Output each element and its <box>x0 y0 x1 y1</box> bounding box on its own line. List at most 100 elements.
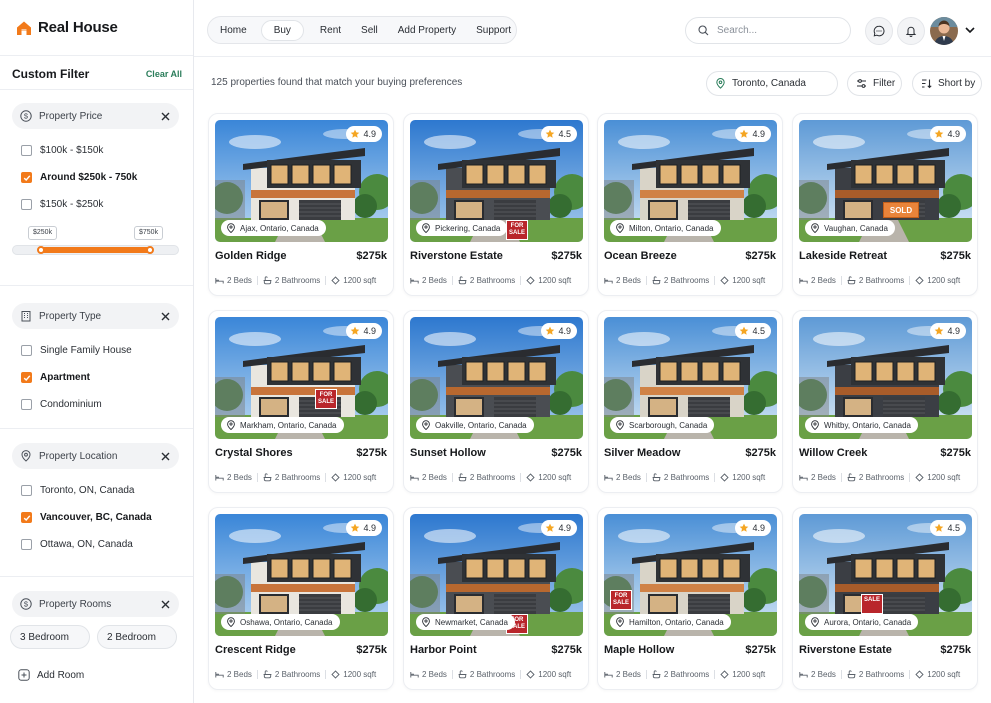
filter-option[interactable]: Condominium <box>0 391 193 418</box>
property-photo[interactable]: 4.9 Oakville, Ontario, Canada <box>410 317 583 439</box>
area-text: 1200 sqft <box>732 670 766 679</box>
property-card[interactable]: 4.9 Ajax, Ontario, Canada Golden Ridge $275… <box>208 113 394 296</box>
property-photo[interactable]: 4.9 FOR SALE Markham, Ontario, Canada <box>215 317 388 439</box>
property-photo[interactable]: 4.5 FOR SALE Pickering, Canada <box>410 120 583 242</box>
rating-value: 4.9 <box>752 523 765 533</box>
property-card[interactable]: 4.5 SALE Aurora, Ontario, Canada Riverstone… <box>792 507 978 690</box>
property-photo[interactable]: 4.9 Milton, Ontario, Canada <box>604 120 777 242</box>
checkbox-checked[interactable] <box>21 172 32 183</box>
search-input[interactable] <box>717 25 837 36</box>
property-card[interactable]: 4.9 SOLD Vaughan, Canada Lakeside Retreat $2… <box>792 113 978 296</box>
close-icon[interactable] <box>159 450 171 462</box>
price-filter-section: $ Property Price $100k - $150k Around $25… <box>0 90 193 286</box>
filter-button[interactable]: Filter <box>847 71 902 96</box>
property-title[interactable]: Maple Hollow <box>604 644 674 656</box>
location-filter-chip[interactable]: Property Location <box>12 443 179 469</box>
nav-item-sell[interactable]: Sell <box>361 25 378 36</box>
nav-item-home[interactable]: Home <box>220 25 247 36</box>
property-photo[interactable]: 4.9 Ajax, Ontario, Canada <box>215 120 388 242</box>
property-photo[interactable]: 4.9 Whitby, Ontario, Canada <box>799 317 972 439</box>
filter-option-label: $100k - $150k <box>40 145 104 156</box>
property-title[interactable]: Lakeside Retreat <box>799 250 887 262</box>
baths-text: 2 Bathrooms <box>274 276 321 285</box>
property-card[interactable]: 4.5 Scarborough, Canada Silver Meadow $275k… <box>597 310 783 493</box>
property-title[interactable]: Golden Ridge <box>215 250 287 262</box>
range-thumb-min[interactable] <box>36 246 45 254</box>
close-icon[interactable] <box>159 310 171 322</box>
checkbox[interactable] <box>21 199 32 210</box>
sort-button[interactable]: Short by <box>912 71 982 96</box>
property-title[interactable]: Riverstone Estate <box>410 250 503 262</box>
location-pin-icon <box>811 617 819 627</box>
divider <box>325 473 327 482</box>
range-thumb-max[interactable] <box>145 246 154 254</box>
messages-button[interactable] <box>865 17 893 45</box>
nav-item-support[interactable]: Support <box>476 25 511 36</box>
property-card[interactable]: 4.9 Milton, Ontario, Canada Ocean Breeze $2… <box>597 113 783 296</box>
checkbox-checked[interactable] <box>21 372 32 383</box>
brand[interactable]: Real House <box>0 0 193 56</box>
beds-text: 2 Beds <box>227 473 252 482</box>
property-title[interactable]: Crystal Shores <box>215 447 293 459</box>
nav-item-add-property[interactable]: Add Property <box>398 25 456 36</box>
location-pin-icon <box>227 617 235 627</box>
property-photo[interactable]: 4.5 SALE Aurora, Ontario, Canada <box>799 514 972 636</box>
checkbox[interactable] <box>21 539 32 550</box>
price-range-slider[interactable]: $250k $750k <box>12 226 179 266</box>
property-title[interactable]: Ocean Breeze <box>604 250 677 262</box>
property-photo[interactable]: 4.5 Scarborough, Canada <box>604 317 777 439</box>
filter-option[interactable]: Apartment <box>0 364 193 391</box>
main-nav: Home Buy Rent Sell Add Property Support <box>207 16 517 44</box>
nav-item-rent[interactable]: Rent <box>320 25 341 36</box>
property-photo[interactable]: 4.9 FOR SALE Newmarket, Canada <box>410 514 583 636</box>
close-icon[interactable] <box>159 110 171 122</box>
chevron-down-icon[interactable] <box>964 24 976 36</box>
checkbox[interactable] <box>21 485 32 496</box>
property-card[interactable]: 4.9 FOR SALE Hamilton, Ontario, Canada Maple… <box>597 507 783 690</box>
type-filter-chip[interactable]: Property Type <box>12 303 179 329</box>
property-card[interactable]: 4.9 Oshawa, Ontario, Canada Crescent Ridge… <box>208 507 394 690</box>
property-card[interactable]: 4.9 Whitby, Ontario, Canada Willow Creek $2… <box>792 310 978 493</box>
property-card[interactable]: 4.5 FOR SALE Pickering, Canada Riverstone Es… <box>403 113 589 296</box>
property-photo[interactable]: 4.9 FOR SALE Hamilton, Ontario, Canada <box>604 514 777 636</box>
property-card[interactable]: 4.9 FOR SALE Markham, Ontario, Canada Crysta… <box>208 310 394 493</box>
property-title[interactable]: Sunset Hollow <box>410 447 486 459</box>
clear-all-button[interactable]: Clear All <box>146 69 182 79</box>
baths-text: 2 Bathrooms <box>274 473 321 482</box>
property-title[interactable]: Willow Creek <box>799 447 867 459</box>
checkbox[interactable] <box>21 399 32 410</box>
property-card[interactable]: 4.9 Oakville, Ontario, Canada Sunset Hollo… <box>403 310 589 493</box>
location-selector[interactable]: Toronto, Canada <box>706 71 838 96</box>
property-card[interactable]: 4.9 FOR SALE Newmarket, Canada Harbor Point $… <box>403 507 589 690</box>
notifications-button[interactable] <box>897 17 925 45</box>
price-filter-chip[interactable]: $ Property Price <box>12 103 179 129</box>
filter-option[interactable]: Ottawa, ON, Canada <box>0 531 193 558</box>
type-filter-label: Property Type <box>39 310 102 322</box>
property-title[interactable]: Riverstone Estate <box>799 644 892 656</box>
checkbox-checked[interactable] <box>21 512 32 523</box>
avatar[interactable] <box>930 17 958 45</box>
search-box[interactable] <box>685 17 851 44</box>
property-photo[interactable]: 4.9 Oshawa, Ontario, Canada <box>215 514 388 636</box>
close-icon[interactable] <box>159 598 171 610</box>
filter-option[interactable]: Single Family House <box>0 337 193 364</box>
filter-option[interactable]: $150k - $250k <box>0 191 193 218</box>
room-option[interactable]: 2 Bedroom <box>97 625 177 649</box>
add-room-label: Add Room <box>37 669 85 681</box>
divider <box>645 473 647 482</box>
property-title[interactable]: Harbor Point <box>410 644 477 656</box>
filter-option[interactable]: $100k - $150k <box>0 137 193 164</box>
filter-option[interactable]: Toronto, ON, Canada <box>0 477 193 504</box>
filter-option[interactable]: Around $250k - 750k <box>0 164 193 191</box>
room-option[interactable]: 3 Bedroom <box>10 625 90 649</box>
rooms-filter-chip[interactable]: $ Property Rooms <box>12 591 179 617</box>
filter-option[interactable]: Vancouver, BC, Canada <box>0 504 193 531</box>
nav-item-buy[interactable]: Buy <box>260 19 304 41</box>
checkbox[interactable] <box>21 345 32 356</box>
filter-option-label: $150k - $250k <box>40 199 104 210</box>
add-room-button[interactable]: Add Room <box>0 665 193 685</box>
property-title[interactable]: Crescent Ridge <box>215 644 296 656</box>
property-title[interactable]: Silver Meadow <box>604 447 680 459</box>
property-photo[interactable]: 4.9 SOLD Vaughan, Canada <box>799 120 972 242</box>
checkbox[interactable] <box>21 145 32 156</box>
